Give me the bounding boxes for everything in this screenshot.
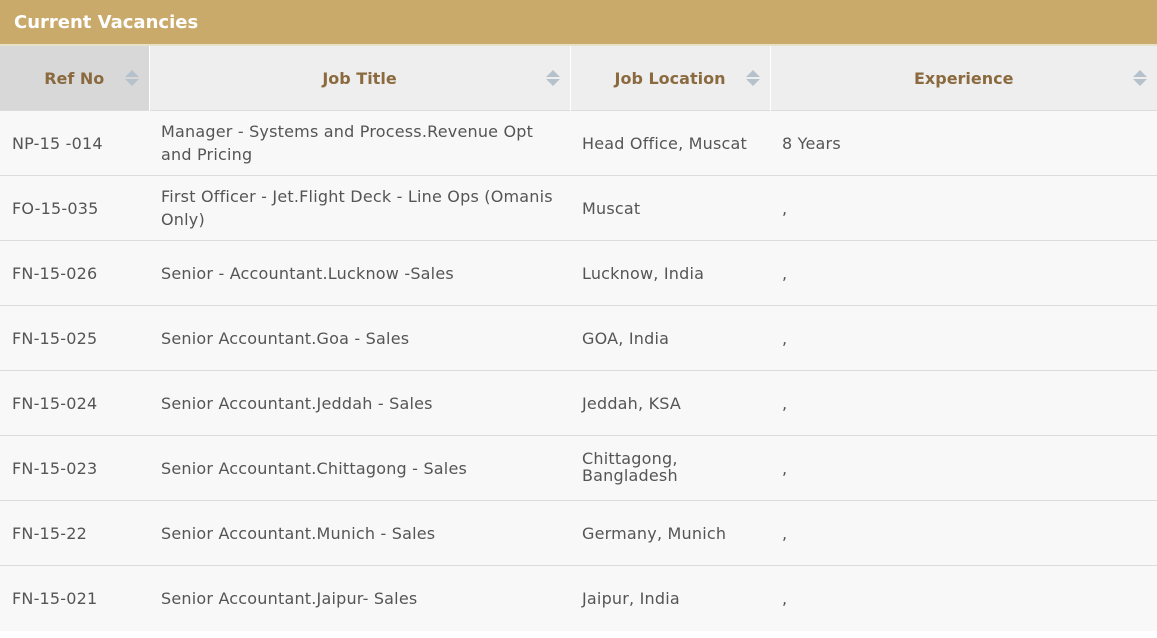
experience-cell: , — [770, 370, 1157, 436]
job-location-cell: Head Office, Muscat — [570, 110, 770, 176]
column-header-job-title[interactable]: Job Title — [149, 46, 571, 111]
job-title-link[interactable]: Senior Accountant.Jeddah - Sales — [149, 370, 570, 436]
experience-cell: 8 Years — [770, 110, 1157, 176]
table-row[interactable]: NP-15 -014 Manager - Systems and Process… — [0, 110, 1157, 176]
table-row[interactable]: FN-15-023 Senior Accountant.Chittagong -… — [0, 435, 1157, 501]
ref-no-cell: FN-15-22 — [0, 500, 149, 566]
job-location-cell: Germany, Munich — [570, 500, 770, 566]
ref-no-cell: NP-15 -014 — [0, 110, 149, 176]
job-location-cell: Jaipur, India — [570, 565, 770, 631]
table-row[interactable]: FN-15-025 Senior Accountant.Goa - Sales … — [0, 305, 1157, 371]
experience-cell: , — [770, 240, 1157, 306]
vacancies-table: Ref No Job Title Job Location Experience… — [0, 46, 1157, 631]
panel-title: Current Vacancies — [0, 0, 1157, 46]
job-title-link[interactable]: Senior Accountant.Goa - Sales — [149, 305, 570, 371]
column-header-job-location[interactable]: Job Location — [570, 46, 771, 111]
job-title-link[interactable]: Senior Accountant.Munich - Sales — [149, 500, 570, 566]
job-title-link[interactable]: First Officer - Jet.Flight Deck - Line O… — [149, 175, 570, 241]
vacancies-panel: Current Vacancies Ref No Job Title Job L… — [0, 0, 1157, 638]
column-header-label: Job Location — [614, 68, 726, 88]
job-title-link[interactable]: Senior - Accountant.Lucknow -Sales — [149, 240, 570, 306]
ref-no-cell: FN-15-024 — [0, 370, 149, 436]
job-location-cell: GOA, India — [570, 305, 770, 371]
table-row[interactable]: FN-15-026 Senior - Accountant.Lucknow -S… — [0, 240, 1157, 306]
table-row[interactable]: FO-15-035 First Officer - Jet.Flight Dec… — [0, 175, 1157, 241]
column-header-label: Ref No — [44, 68, 105, 88]
experience-cell: , — [770, 565, 1157, 631]
job-location-cell: Jeddah, KSA — [570, 370, 770, 436]
job-title-link[interactable]: Senior Accountant.Chittagong - Sales — [149, 435, 570, 501]
table-row[interactable]: FN-15-021 Senior Accountant.Jaipur- Sale… — [0, 565, 1157, 631]
table-header-row: Ref No Job Title Job Location Experience — [0, 46, 1157, 111]
table-row[interactable]: FN-15-024 Senior Accountant.Jeddah - Sal… — [0, 370, 1157, 436]
job-location-text: Chittagong, Bangladesh — [582, 448, 678, 485]
ref-no-cell: FN-15-023 — [0, 435, 149, 501]
job-location-cell: Lucknow, India — [570, 240, 770, 306]
job-title-link[interactable]: Manager - Systems and Process.Revenue Op… — [149, 110, 570, 176]
sort-icon[interactable] — [123, 68, 141, 88]
experience-cell: , — [770, 305, 1157, 371]
ref-no-cell: FN-15-026 — [0, 240, 149, 306]
experience-cell: , — [770, 435, 1157, 501]
job-title-link[interactable]: Senior Accountant.Jaipur- Sales — [149, 565, 570, 631]
column-header-experience[interactable]: Experience — [770, 46, 1157, 111]
job-location-cell: Muscat — [570, 175, 770, 241]
column-header-label: Experience — [913, 68, 1014, 88]
column-header-ref-no[interactable]: Ref No — [0, 46, 150, 111]
ref-no-cell: FO-15-035 — [0, 175, 149, 241]
experience-cell: , — [770, 500, 1157, 566]
ref-no-cell: FN-15-025 — [0, 305, 149, 371]
ref-no-cell: FN-15-021 — [0, 565, 149, 631]
sort-icon[interactable] — [1131, 68, 1149, 88]
experience-cell: , — [770, 175, 1157, 241]
sort-icon[interactable] — [744, 68, 762, 88]
sort-icon[interactable] — [544, 68, 562, 88]
column-header-label: Job Title — [322, 68, 397, 88]
job-location-cell: Chittagong, Bangladesh — [570, 435, 770, 501]
table-row[interactable]: FN-15-22 Senior Accountant.Munich - Sale… — [0, 500, 1157, 566]
